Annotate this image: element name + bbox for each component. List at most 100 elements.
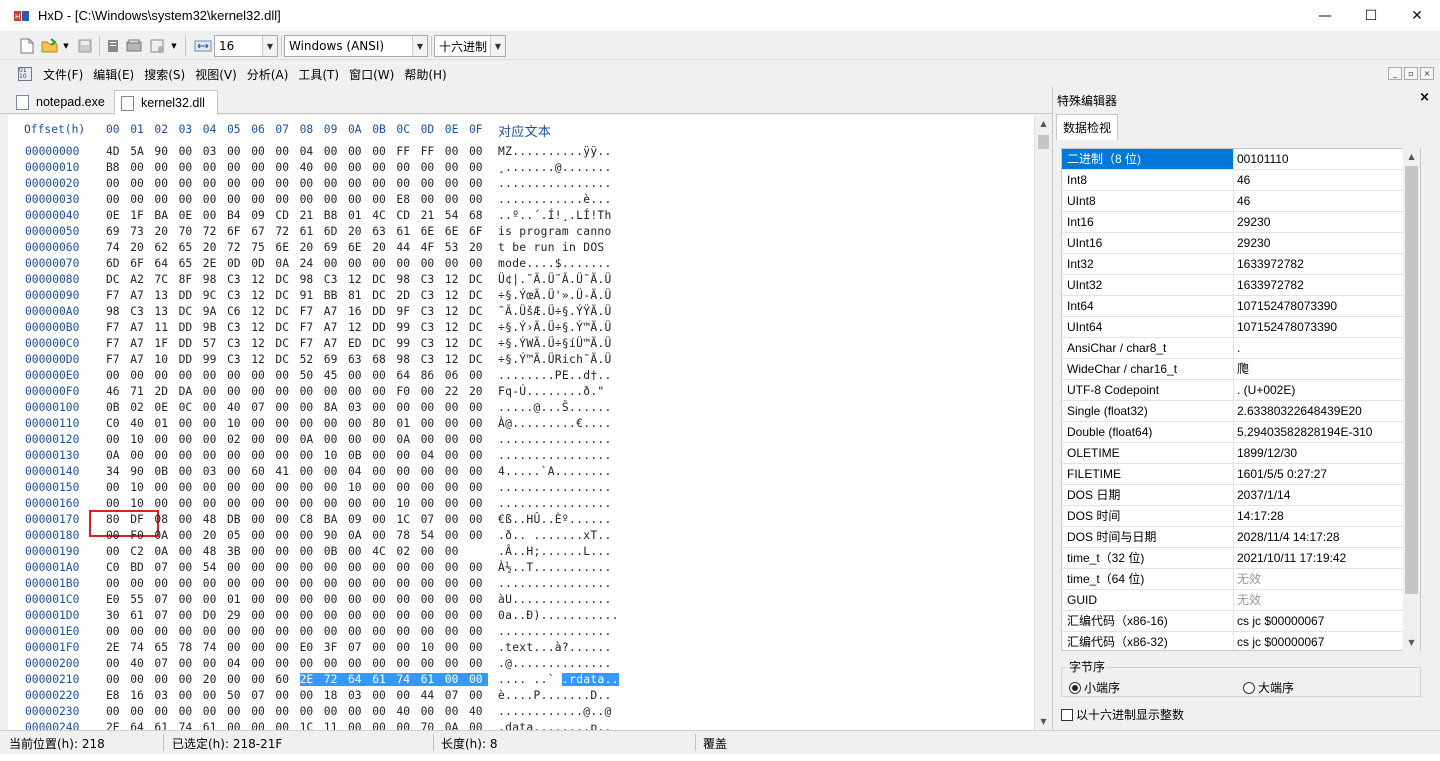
hex-byte[interactable]: E8 — [396, 193, 415, 206]
hex-byte[interactable]: DC — [275, 337, 294, 350]
hex-byte[interactable]: 13 — [154, 305, 173, 318]
hex-byte[interactable]: DD — [372, 321, 391, 334]
hex-byte[interactable]: 00 — [251, 625, 270, 638]
hex-byte[interactable]: 00 — [203, 417, 222, 430]
hex-byte[interactable]: 00 — [372, 433, 391, 446]
row-text[interactable]: ..º..´.Í!¸.LÍ!Th — [498, 209, 612, 222]
hex-byte[interactable]: 61 — [300, 225, 319, 238]
hex-byte[interactable]: 00 — [203, 481, 222, 494]
hex-byte[interactable]: 00 — [372, 145, 391, 158]
hex-byte[interactable]: 00 — [106, 577, 125, 590]
save-icon[interactable] — [76, 35, 94, 57]
hex-byte[interactable]: 40 — [130, 417, 149, 430]
hex-byte[interactable]: 00 — [300, 593, 319, 606]
row-text[interactable]: Fq-Ú........ð." — [498, 385, 605, 398]
hex-byte[interactable]: 00 — [348, 497, 367, 510]
hex-byte[interactable]: 00 — [300, 545, 319, 558]
hex-byte[interactable]: 00 — [469, 433, 488, 446]
hex-byte[interactable]: 0D — [227, 257, 246, 270]
hex-byte[interactable]: 02 — [130, 401, 149, 414]
hex-byte[interactable]: 00 — [227, 705, 246, 718]
hex-byte[interactable]: 46 — [106, 385, 125, 398]
hex-byte[interactable]: 00 — [324, 465, 343, 478]
hex-byte[interactable]: DC — [179, 305, 198, 318]
hex-byte[interactable]: 00 — [421, 705, 440, 718]
hex-byte[interactable]: 00 — [106, 497, 125, 510]
row-text[interactable]: .text...à?...... — [498, 641, 612, 654]
hex-byte[interactable]: 07 — [154, 609, 173, 622]
hex-byte[interactable]: 54 — [421, 529, 440, 542]
hex-byte[interactable]: 60 — [275, 673, 294, 686]
inspector-row[interactable]: 汇编代码（x86-16) cs jc $00000067 — [1062, 611, 1420, 632]
hex-byte[interactable]: 00 — [275, 433, 294, 446]
hex-byte[interactable]: 00 — [275, 721, 294, 730]
hex-byte[interactable]: 10 — [324, 449, 343, 462]
hex-byte[interactable]: 00 — [179, 417, 198, 430]
hex-byte[interactable]: 00 — [324, 577, 343, 590]
hex-byte[interactable]: 00 — [251, 513, 270, 526]
hex-byte[interactable]: 53 — [445, 241, 464, 254]
inspector-row[interactable]: 汇编代码（x86-32) cs jc $00000067 — [1062, 632, 1420, 650]
hex-byte[interactable]: 00 — [396, 449, 415, 462]
inspector-value[interactable]: 1633972782 — [1237, 275, 1304, 295]
hex-byte[interactable]: 00 — [203, 625, 222, 638]
hex-byte[interactable]: CD — [396, 209, 415, 222]
hex-byte[interactable]: 20 — [372, 241, 391, 254]
hex-byte[interactable]: 00 — [154, 625, 173, 638]
hex-byte[interactable]: 00 — [445, 161, 464, 174]
inspector-row[interactable]: FILETIME 1601/5/5 0:27:27 — [1062, 464, 1420, 485]
hex-byte[interactable]: 00 — [421, 625, 440, 638]
hex-byte[interactable]: 00 — [130, 625, 149, 638]
hex-byte[interactable]: 07 — [445, 689, 464, 702]
hex-byte[interactable]: 61 — [130, 609, 149, 622]
hex-byte[interactable]: 00 — [469, 577, 488, 590]
hex-byte[interactable]: 10 — [130, 481, 149, 494]
row-text[interactable]: ................ — [498, 625, 612, 638]
hex-byte[interactable]: DD — [179, 353, 198, 366]
hex-byte[interactable]: 20 — [130, 241, 149, 254]
hex-byte[interactable]: 00 — [275, 705, 294, 718]
hex-byte[interactable]: 34 — [106, 465, 125, 478]
hex-byte[interactable]: 00 — [421, 257, 440, 270]
hex-byte[interactable]: 00 — [300, 497, 319, 510]
row-text[interactable]: ................ — [498, 449, 612, 462]
hex-byte[interactable]: 0A — [275, 257, 294, 270]
little-endian-radio[interactable]: 小端序 — [1069, 679, 1120, 696]
row-text[interactable]: àU.............. — [498, 593, 612, 606]
hex-byte[interactable]: 00 — [421, 577, 440, 590]
hex-byte[interactable]: F0 — [396, 385, 415, 398]
hex-byte[interactable]: 45 — [324, 369, 343, 382]
hex-byte[interactable]: 00 — [445, 497, 464, 510]
hex-byte[interactable]: 00 — [469, 625, 488, 638]
hex-byte[interactable]: 99 — [203, 353, 222, 366]
hex-byte[interactable]: 10 — [130, 497, 149, 510]
hex-byte[interactable]: 12 — [445, 289, 464, 302]
hex-byte[interactable]: 00 — [203, 497, 222, 510]
inspector-row[interactable]: UInt64 107152478073390 — [1062, 317, 1420, 338]
hex-byte[interactable]: 00 — [179, 177, 198, 190]
hex-byte[interactable]: 18 — [324, 689, 343, 702]
hex-byte[interactable]: 00 — [251, 545, 270, 558]
hex-byte[interactable]: 00 — [324, 705, 343, 718]
hex-byte[interactable]: C8 — [300, 513, 319, 526]
row-text[interactable]: .@.............. — [498, 657, 612, 670]
hex-byte[interactable]: 00 — [203, 369, 222, 382]
hex-byte[interactable]: 00 — [348, 145, 367, 158]
hex-byte[interactable]: 00 — [106, 545, 125, 558]
mdi-minimize-button[interactable]: _ — [1388, 67, 1402, 80]
hex-byte[interactable]: 00 — [179, 561, 198, 574]
hex-byte[interactable]: 00 — [106, 481, 125, 494]
hex-byte[interactable]: 00 — [300, 705, 319, 718]
hex-byte[interactable]: 00 — [372, 721, 391, 730]
hex-byte[interactable]: 03 — [348, 401, 367, 414]
row-text[interactable]: €ß..HÛ..Èº...... — [498, 513, 612, 526]
hex-byte[interactable]: 00 — [300, 481, 319, 494]
hex-byte[interactable]: 00 — [203, 449, 222, 462]
hex-byte[interactable]: 00 — [445, 577, 464, 590]
hex-byte[interactable]: 00 — [421, 561, 440, 574]
hex-byte[interactable]: 00 — [203, 385, 222, 398]
hex-byte[interactable]: 01 — [396, 417, 415, 430]
hex-byte[interactable]: 00 — [130, 177, 149, 190]
hex-byte[interactable]: C3 — [421, 337, 440, 350]
hex-byte[interactable]: 74 — [106, 241, 125, 254]
